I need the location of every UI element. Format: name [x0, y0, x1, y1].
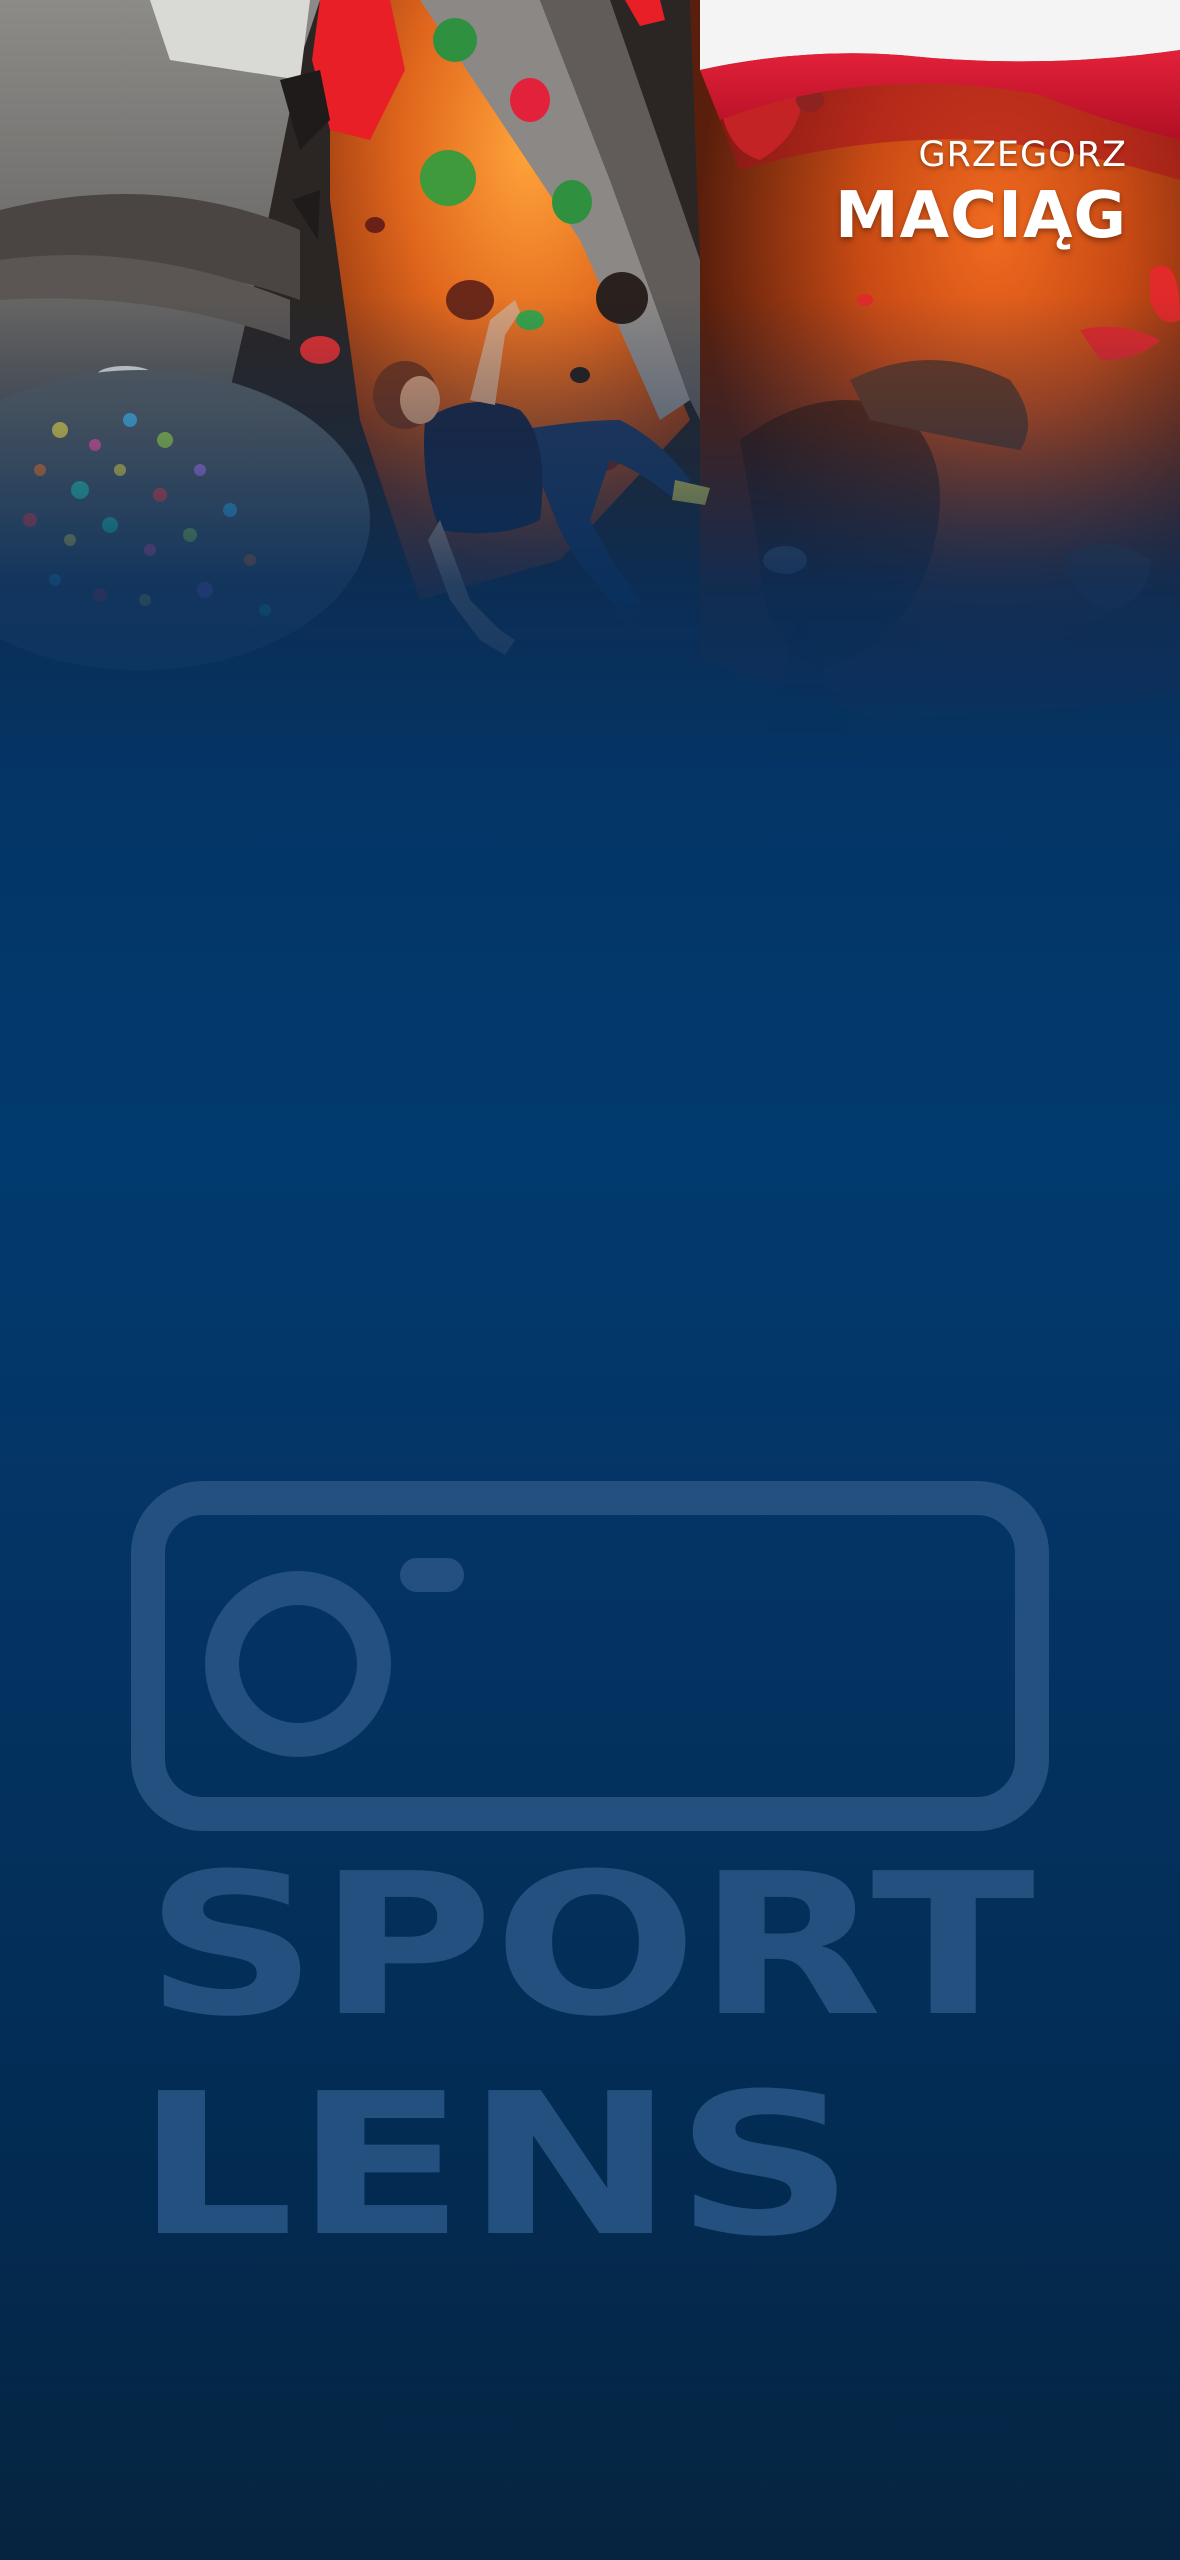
logo-line-sport: SPORT [145, 1832, 1035, 2060]
athlete-name: GRZEGORZ MACIĄG [835, 132, 1127, 254]
athlete-first-name: GRZEGORZ [918, 135, 1127, 175]
athlete-last-name: MACIĄG [834, 179, 1127, 253]
hero-photo [0, 0, 1180, 760]
camera-icon [131, 1481, 1049, 1831]
sport-lens-logo: SPORT LENS [130, 1480, 1050, 2260]
logo-line-lens: LENS [135, 2052, 855, 2260]
